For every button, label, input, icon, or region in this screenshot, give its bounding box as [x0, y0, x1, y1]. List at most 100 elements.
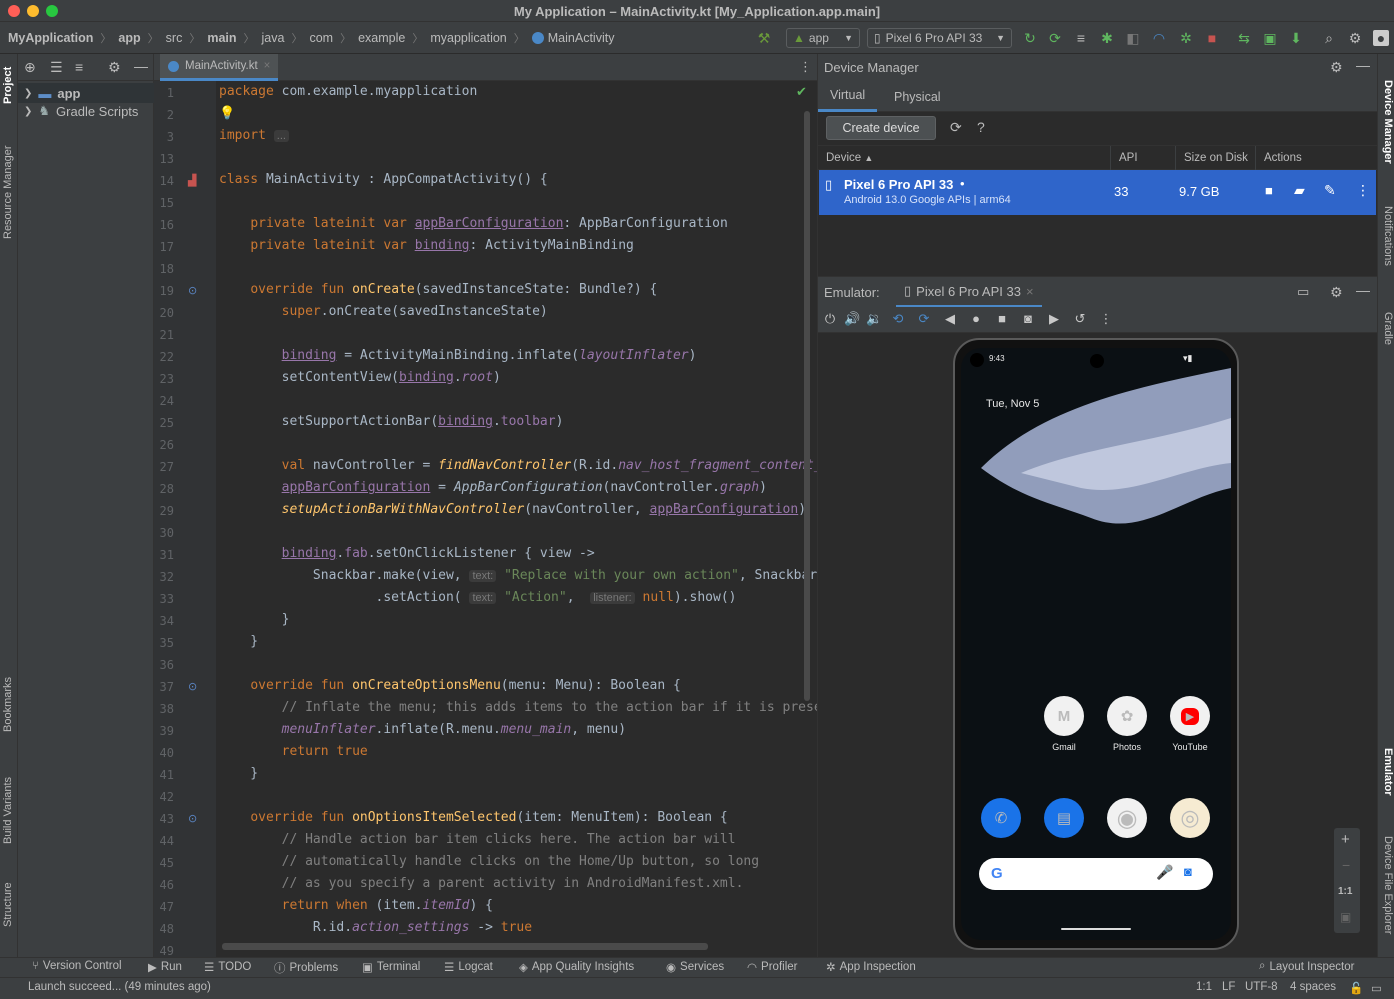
- youtube-app-icon[interactable]: ▶: [1170, 696, 1210, 736]
- stop-icon[interactable]: ■: [1204, 30, 1220, 46]
- project-tool-tab[interactable]: Project: [2, 67, 14, 104]
- run-gutter-icon[interactable]: ▟: [188, 174, 196, 187]
- device-file-explorer-tool-tab[interactable]: Device File Explorer: [1382, 836, 1394, 934]
- edit-pencil-icon[interactable]: ✎: [1324, 182, 1336, 199]
- zoom-in-button[interactable]: +: [1341, 831, 1350, 848]
- camera-icon[interactable]: ◙: [1020, 311, 1036, 327]
- vertical-scrollbar[interactable]: [804, 111, 810, 701]
- override-gutter-icon[interactable]: ⊙: [188, 812, 197, 825]
- volume-up-icon[interactable]: 🔊: [844, 311, 860, 327]
- device-row[interactable]: ▯ Pixel 6 Pro API 33 • Android 13.0 Goog…: [819, 170, 1376, 215]
- profiler-tool[interactable]: ◠ Profiler: [747, 960, 797, 974]
- rotate-left-icon[interactable]: ⟲: [890, 311, 906, 327]
- services-tool[interactable]: ◉ Services: [666, 960, 724, 974]
- breadcrumb-java[interactable]: java: [262, 31, 285, 45]
- structure-tool-tab[interactable]: Structure: [2, 882, 14, 927]
- rotate-right-icon[interactable]: ⟳: [916, 311, 932, 327]
- lightbulb-icon[interactable]: 💡: [219, 106, 235, 121]
- power-icon[interactable]: ⏻: [822, 311, 838, 327]
- override-gutter-icon[interactable]: ⊙: [188, 284, 197, 297]
- fit-screen-icon[interactable]: ▣: [1340, 910, 1351, 924]
- horizontal-scrollbar[interactable]: [222, 943, 708, 950]
- tree-item-gradle-scripts[interactable]: ❯ ♞ Gradle Scripts: [24, 103, 138, 119]
- lock-icon[interactable]: 🔓: [1349, 981, 1363, 995]
- list-icon[interactable]: ≡: [1073, 30, 1089, 46]
- override-gutter-icon[interactable]: ⊙: [188, 680, 197, 693]
- hide-icon[interactable]: —: [1356, 282, 1370, 298]
- chrome-app-icon[interactable]: ◉: [1107, 798, 1147, 838]
- tab-virtual[interactable]: Virtual: [818, 81, 878, 112]
- app-quality-insights-tool[interactable]: ◈ App Quality Insights: [519, 960, 634, 974]
- gesture-nav-bar[interactable]: [1061, 928, 1131, 930]
- stop-device-icon[interactable]: ■: [1265, 183, 1273, 198]
- hide-icon[interactable]: —: [1356, 57, 1370, 73]
- breadcrumb-main[interactable]: main: [207, 31, 236, 45]
- line-separator[interactable]: LF: [1222, 981, 1235, 993]
- target-icon[interactable]: ⊕: [24, 59, 36, 76]
- layout-inspector-tool[interactable]: ⌕ Layout Inspector: [1259, 960, 1354, 973]
- close-tab-icon[interactable]: ×: [264, 60, 271, 72]
- gear-icon[interactable]: ⚙: [108, 59, 121, 76]
- notifications-tool-tab[interactable]: Notifications: [1382, 206, 1394, 266]
- apply-changes-restart-icon[interactable]: ↻: [1022, 30, 1038, 46]
- memory-indicator-icon[interactable]: ▭: [1371, 981, 1382, 995]
- phone-screen[interactable]: 9:43 ▾▮ Tue, Nov 5 M Gmail ✿ Photos ▶ Yo…: [961, 348, 1231, 940]
- gear-icon[interactable]: ⚙: [1330, 59, 1343, 76]
- run-config-select[interactable]: ▲ app ▼: [786, 28, 860, 48]
- breadcrumb-class[interactable]: MainActivity: [548, 31, 615, 45]
- hammer-icon[interactable]: ⚒: [756, 30, 772, 46]
- close-tab-icon[interactable]: ×: [1026, 284, 1034, 299]
- lens-icon[interactable]: ◙: [1184, 864, 1192, 879]
- column-size[interactable]: Size on Disk: [1175, 146, 1248, 170]
- caret-position[interactable]: 1:1: [1196, 981, 1212, 993]
- breadcrumb-package[interactable]: myapplication: [430, 31, 506, 45]
- todo-tool[interactable]: ☰ TODO: [204, 960, 251, 974]
- messages-app-icon[interactable]: ▤: [1044, 798, 1084, 838]
- breadcrumb-project[interactable]: MyApplication: [8, 31, 93, 45]
- apply-code-changes-icon[interactable]: ⟳: [1047, 30, 1063, 46]
- snapshot-icon[interactable]: ↺: [1072, 311, 1088, 327]
- profile-icon[interactable]: ◠: [1151, 30, 1167, 46]
- status-message[interactable]: Launch succeed... (49 minutes ago): [28, 981, 211, 993]
- sync-gradle-icon[interactable]: ⇆: [1236, 30, 1252, 46]
- terminal-tool[interactable]: ▣ Terminal: [362, 960, 420, 974]
- home-icon[interactable]: ●: [968, 311, 984, 327]
- gmail-app-icon[interactable]: M: [1044, 696, 1084, 736]
- debug-icon[interactable]: ✱: [1099, 30, 1115, 46]
- more-icon[interactable]: ⋮: [1098, 311, 1114, 327]
- refresh-icon[interactable]: ⟳: [950, 119, 962, 136]
- gradle-tool-tab[interactable]: Gradle: [1382, 312, 1394, 345]
- google-search-bar[interactable]: G 🎤 ◙: [979, 858, 1213, 890]
- user-avatar-icon[interactable]: ●: [1373, 30, 1389, 46]
- more-options-icon[interactable]: ⋮: [799, 59, 812, 75]
- breadcrumb-src[interactable]: src: [166, 31, 183, 45]
- app-inspection-tool[interactable]: ✲ App Inspection: [826, 960, 916, 974]
- open-folder-icon[interactable]: ▰: [1294, 182, 1305, 199]
- record-video-icon[interactable]: ▶: [1046, 311, 1062, 327]
- column-actions[interactable]: Actions: [1255, 146, 1302, 170]
- run-tool[interactable]: ▶ Run: [148, 960, 182, 974]
- settings-icon[interactable]: ⚙: [1347, 30, 1363, 46]
- breadcrumb-module[interactable]: app: [118, 31, 140, 45]
- device-manager-tool-tab[interactable]: Device Manager: [1382, 80, 1394, 164]
- help-button[interactable]: ?: [977, 119, 985, 135]
- build-variants-tool-tab[interactable]: Build Variants: [2, 777, 14, 844]
- collapse-all-icon[interactable]: ≡: [75, 59, 83, 75]
- resource-manager-tool-tab[interactable]: Resource Manager: [2, 145, 14, 239]
- zoom-out-button[interactable]: −: [1342, 857, 1350, 873]
- volume-down-icon[interactable]: 🔉: [866, 311, 882, 327]
- search-icon[interactable]: ⌕: [1321, 30, 1337, 46]
- logcat-tool[interactable]: ☰ Logcat: [444, 960, 493, 974]
- maximize-icon[interactable]: ▭: [1297, 284, 1309, 300]
- indent-setting[interactable]: 4 spaces: [1290, 981, 1336, 993]
- overview-icon[interactable]: ■: [994, 311, 1010, 327]
- attach-debugger-icon[interactable]: ◧: [1125, 30, 1141, 46]
- tab-mainactivity[interactable]: MainActivity.kt ×: [160, 54, 279, 81]
- code-area[interactable]: package com.example.myapplication 💡 impo…: [216, 81, 817, 957]
- mic-icon[interactable]: 🎤: [1156, 864, 1173, 881]
- bookmarks-tool-tab[interactable]: Bookmarks: [2, 677, 14, 732]
- device-select[interactable]: ▯ Pixel 6 Pro API 33 ▼: [867, 28, 1012, 48]
- problems-tool[interactable]: ⓘ Problems: [274, 960, 338, 976]
- tab-physical[interactable]: Physical: [882, 81, 953, 112]
- more-actions-icon[interactable]: ⋮: [1356, 182, 1370, 199]
